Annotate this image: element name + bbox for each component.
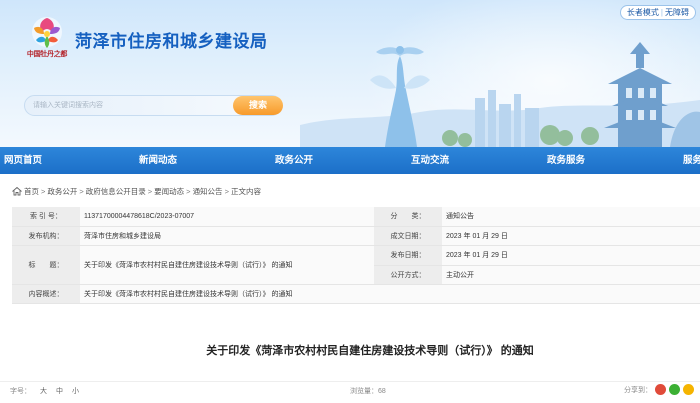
views-count: 68 xyxy=(378,388,386,395)
elder-mode-link[interactable]: 长者模式 xyxy=(627,7,659,18)
breadcrumb-separator: > xyxy=(41,186,46,196)
font-size-medium-button[interactable]: 中 xyxy=(56,386,63,396)
share-label: 分享到： xyxy=(624,386,652,394)
index-label: 索 引 号： xyxy=(12,207,80,227)
breadcrumb-separator: > xyxy=(147,186,153,196)
breadcrumb-current: 正文内容 xyxy=(230,186,261,196)
tools-divider: | xyxy=(660,8,663,17)
share-bar: 分享到： xyxy=(624,384,694,395)
publisher-value: 菏泽市住房和城乡建设局 xyxy=(80,226,374,246)
category-label: 分 类： xyxy=(374,207,442,227)
breadcrumb-notices[interactable]: 通知公告 xyxy=(193,186,223,197)
logo-caption: 中国牡丹之都 xyxy=(26,51,68,58)
home-icon xyxy=(12,186,22,196)
table-row: 发布机构： 菏泽市住房和城乡建设局 成文日期： 2023 年 01 月 29 日 xyxy=(12,226,700,246)
header-tools: 长者模式 | 无障碍 xyxy=(619,5,696,20)
wechat-share-icon[interactable] xyxy=(669,384,680,395)
search-input[interactable] xyxy=(33,98,223,113)
peony-logo-icon[interactable] xyxy=(22,10,72,68)
nav-item-home[interactable]: 网页首页 xyxy=(4,147,42,174)
breadcrumb-separator: > xyxy=(224,186,229,196)
breadcrumb-government-affairs[interactable]: 政务公开 xyxy=(47,186,77,197)
breadcrumb-info-catalog[interactable]: 政府信息公开目录 xyxy=(86,186,146,197)
date-method-labels: 发布日期： 公开方式： xyxy=(374,245,442,285)
index-value: 11371700004478618C/2023-07007 xyxy=(80,207,374,227)
table-row: 标 题： 关于印发《菏泽市农村村民自建住房建设技术导则（试行）》 的通知 发布日… xyxy=(12,245,700,285)
breadcrumb-news[interactable]: 要闻动态 xyxy=(154,186,184,197)
disclosure-method-label: 公开方式： xyxy=(374,264,442,284)
site-header: 中国牡丹之都 菏泽市住房和城乡建设局 长者模式 | 无障碍 搜索 xyxy=(0,0,700,147)
font-size-large-button[interactable]: 大 xyxy=(40,386,47,396)
view-count: 浏览量：68 xyxy=(350,386,386,396)
nav-item-news[interactable]: 新闻动态 xyxy=(139,147,177,174)
nav-item-more[interactable]: 服务 xyxy=(683,147,700,174)
date-method-values: 2023 年 01 月 29 日 主动公开 xyxy=(442,245,700,285)
category-value: 通知公告 xyxy=(442,207,700,227)
created-date-label: 成文日期： xyxy=(374,226,442,246)
site-title[interactable]: 菏泽市住房和城乡建设局 xyxy=(75,27,268,52)
breadcrumb-separator: > xyxy=(79,186,84,196)
title-value: 关于印发《菏泽市农村村民自建住房建设技术导则（试行）》 的通知 xyxy=(80,245,374,285)
table-row: 内容概述： 关于印发《菏泽市农村村民自建住房建设技术导则（试行）》 的通知 xyxy=(12,284,700,304)
font-size-label: 字号： xyxy=(10,388,31,395)
search-button[interactable]: 搜索 xyxy=(233,96,283,115)
breadcrumb: 首页 > 政务公开 > 政府信息公开目录 > 要闻动态 > 通知公告 > 正文内… xyxy=(12,185,261,197)
disclosure-method-value: 主动公开 xyxy=(442,264,700,284)
article-title: 关于印发《菏泽市农村村民自建住房建设技术导则（试行）》 的通知 xyxy=(206,345,534,357)
title-label: 标 题： xyxy=(12,245,80,285)
qzone-share-icon[interactable] xyxy=(683,384,694,395)
created-date-value: 2023 年 01 月 29 日 xyxy=(442,226,700,246)
nav-item-interaction[interactable]: 互动交流 xyxy=(411,147,449,174)
main-nav: 网页首页 新闻动态 政务公开 互动交流 政务服务 服务 xyxy=(0,147,700,174)
font-size-small-button[interactable]: 小 xyxy=(72,386,79,396)
accessibility-link[interactable]: 无障碍 xyxy=(665,7,689,18)
weibo-share-icon[interactable] xyxy=(655,384,666,395)
publisher-label: 发布机构： xyxy=(12,226,80,246)
article-toolbar: 字号： 大 中 小 浏览量：68 分享到： xyxy=(0,381,700,399)
document-info-table: 索 引 号： 11371700004478618C/2023-07007 分 类… xyxy=(12,207,700,304)
views-label: 浏览量： xyxy=(350,388,378,395)
summary-label: 内容概述： xyxy=(12,284,80,304)
nav-item-government-affairs[interactable]: 政务公开 xyxy=(275,147,313,174)
font-size-tools: 字号： 大 中 小 xyxy=(10,386,88,396)
summary-value: 关于印发《菏泽市农村村民自建住房建设技术导则（试行）》 的通知 xyxy=(80,284,700,304)
nav-item-services[interactable]: 政务服务 xyxy=(547,147,585,174)
breadcrumb-home[interactable]: 首页 xyxy=(24,186,39,197)
published-date-label: 发布日期： xyxy=(390,251,426,259)
breadcrumb-separator: > xyxy=(186,186,191,196)
table-row: 索 引 号： 11371700004478618C/2023-07007 分 类… xyxy=(12,207,700,227)
city-landmark-illustration xyxy=(300,42,700,147)
published-date-value: 2023 年 01 月 29 日 xyxy=(446,251,508,259)
